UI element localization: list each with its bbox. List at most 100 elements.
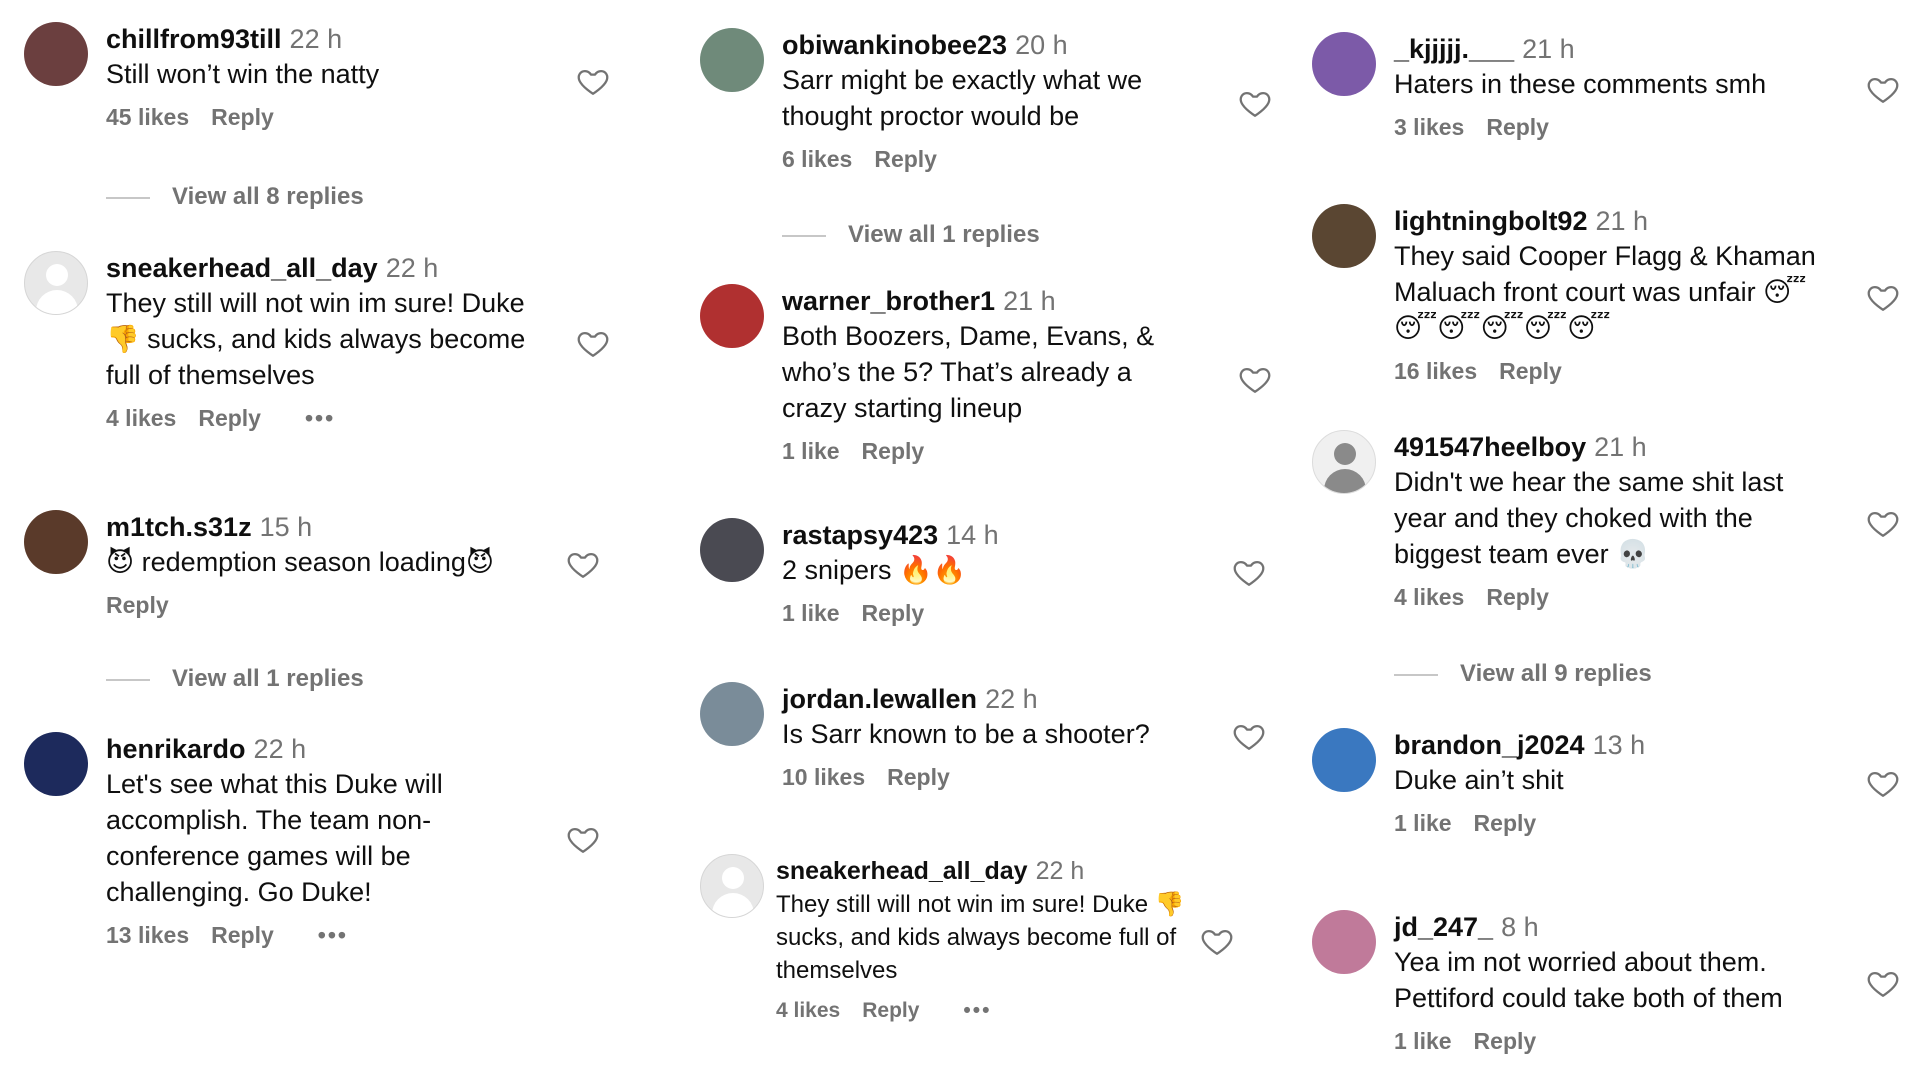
comment-text: Still won’t win the natty [106, 59, 380, 89]
more-options-icon[interactable]: ••• [963, 999, 991, 1022]
like-count[interactable]: 1 like [1394, 1028, 1452, 1054]
username[interactable]: lightningbolt92 [1394, 206, 1587, 236]
view-replies-link[interactable]: View all 1 replies [782, 221, 1040, 249]
username[interactable]: _kjjjjj.___ [1394, 34, 1514, 64]
username[interactable]: m1tch.s31z [106, 512, 252, 542]
timestamp: 21 h [1595, 206, 1649, 236]
comment-text: Sarr might be exactly what we thought pr… [782, 65, 1143, 131]
like-count[interactable]: 1 like [782, 600, 840, 626]
timestamp: 22 h [289, 24, 343, 54]
timestamp: 14 h [946, 520, 999, 550]
reply-button[interactable]: Reply [887, 764, 950, 790]
avatar[interactable] [700, 28, 764, 92]
like-count[interactable]: 4 likes [1394, 584, 1464, 610]
avatar[interactable] [24, 510, 88, 574]
avatar[interactable] [24, 251, 88, 315]
username[interactable]: chillfrom93till [106, 24, 282, 54]
reply-button[interactable]: Reply [211, 922, 274, 948]
view-replies-link[interactable]: View all 8 replies [106, 183, 364, 211]
heart-icon[interactable] [1232, 555, 1266, 589]
heart-icon[interactable] [1866, 966, 1900, 1000]
avatar[interactable] [700, 518, 764, 582]
timestamp: 15 h [259, 512, 313, 542]
username[interactable]: henrikardo [106, 734, 246, 764]
reply-button[interactable]: Reply [1474, 810, 1537, 836]
like-count[interactable]: 45 likes [106, 104, 189, 130]
like-count[interactable]: 6 likes [782, 146, 852, 172]
reply-button[interactable]: Reply [211, 104, 274, 130]
timestamp: 21 h [1003, 286, 1056, 316]
heart-icon[interactable] [1238, 86, 1272, 120]
view-replies-link[interactable]: View all 9 replies [1394, 660, 1652, 688]
heart-icon[interactable] [1200, 924, 1234, 958]
comment-text: They said Cooper Flagg & Khaman Maluach … [1394, 241, 1816, 343]
timestamp: 21 h [1594, 432, 1647, 462]
heart-icon[interactable] [1238, 362, 1272, 396]
reply-button[interactable]: Reply [198, 405, 261, 431]
avatar[interactable] [1312, 32, 1376, 96]
heart-icon[interactable] [1232, 719, 1266, 753]
timestamp: 13 h [1592, 730, 1646, 760]
view-replies-link[interactable]: View all 1 replies [106, 665, 364, 693]
like-count[interactable]: 4 likes [776, 999, 840, 1022]
username[interactable]: jordan.lewallen [782, 684, 977, 714]
like-count[interactable]: 4 likes [106, 405, 176, 431]
like-count[interactable]: 13 likes [106, 922, 189, 948]
reply-button[interactable]: Reply [1474, 1028, 1537, 1054]
reply-button[interactable]: Reply [1499, 358, 1562, 384]
reply-button[interactable]: Reply [1486, 584, 1549, 610]
username[interactable]: 491547heelboy [1394, 432, 1586, 462]
timestamp: 22 h [1035, 857, 1085, 885]
reply-button[interactable]: Reply [862, 999, 919, 1022]
comments-column-2: obiwankinobee23 20 h Sarr might be exactl… [700, 0, 1300, 1080]
avatar[interactable] [700, 854, 764, 918]
username[interactable]: rastapsy423 [782, 520, 938, 550]
heart-icon[interactable] [1866, 506, 1900, 540]
reply-button[interactable]: Reply [862, 438, 925, 464]
avatar[interactable] [1312, 728, 1376, 792]
heart-icon[interactable] [576, 64, 610, 98]
username[interactable]: jd_247_ [1394, 912, 1493, 942]
like-count[interactable]: 1 like [782, 438, 840, 464]
username[interactable]: sneakerhead_all_day [106, 253, 378, 283]
reply-button[interactable]: Reply [874, 146, 937, 172]
comments-column-3: _kjjjjj.___ 21 h Haters in these comments… [1312, 0, 1912, 1080]
comment-text: 2 snipers 🔥🔥 [782, 555, 967, 585]
more-options-icon[interactable]: ••• [305, 405, 335, 431]
reply-button[interactable]: Reply [862, 600, 925, 626]
avatar[interactable] [24, 732, 88, 796]
like-count[interactable]: 10 likes [782, 764, 865, 790]
comment-text: Haters in these comments smh [1394, 69, 1767, 99]
comment-text: They still will not win im sure! Duke 👎 … [776, 891, 1185, 984]
username[interactable]: warner_brother1 [782, 286, 995, 316]
avatar[interactable] [24, 22, 88, 86]
avatar[interactable] [1312, 204, 1376, 268]
username[interactable]: obiwankinobee23 [782, 30, 1007, 60]
timestamp: 22 h [985, 684, 1038, 714]
avatar[interactable] [1312, 430, 1376, 494]
timestamp: 8 h [1501, 912, 1539, 942]
like-count[interactable]: 3 likes [1394, 114, 1464, 140]
avatar[interactable] [700, 682, 764, 746]
username[interactable]: sneakerhead_all_day [776, 857, 1028, 885]
reply-button[interactable]: Reply [1486, 114, 1549, 140]
heart-icon[interactable] [1866, 280, 1900, 314]
comment-text: 😈 redemption season loading😈 [106, 547, 495, 577]
heart-icon[interactable] [1866, 72, 1900, 106]
heart-icon[interactable] [566, 547, 600, 581]
avatar[interactable] [1312, 910, 1376, 974]
comment-text: They still will not win im sure! Duke 👎 … [106, 288, 526, 390]
timestamp: 21 h [1522, 34, 1575, 64]
heart-icon[interactable] [566, 822, 600, 856]
heart-icon[interactable] [1866, 766, 1900, 800]
comment-text: Didn't we hear the same shit last year a… [1394, 467, 1784, 569]
more-options-icon[interactable]: ••• [318, 922, 348, 948]
like-count[interactable]: 16 likes [1394, 358, 1477, 384]
username[interactable]: brandon_j2024 [1394, 730, 1585, 760]
comment-text: Yea im not worried about them. Pettiford… [1394, 947, 1783, 1013]
avatar[interactable] [700, 284, 764, 348]
comment-text: Duke ain’t shit [1394, 765, 1564, 795]
reply-button[interactable]: Reply [106, 592, 169, 618]
heart-icon[interactable] [576, 326, 610, 360]
like-count[interactable]: 1 like [1394, 810, 1452, 836]
